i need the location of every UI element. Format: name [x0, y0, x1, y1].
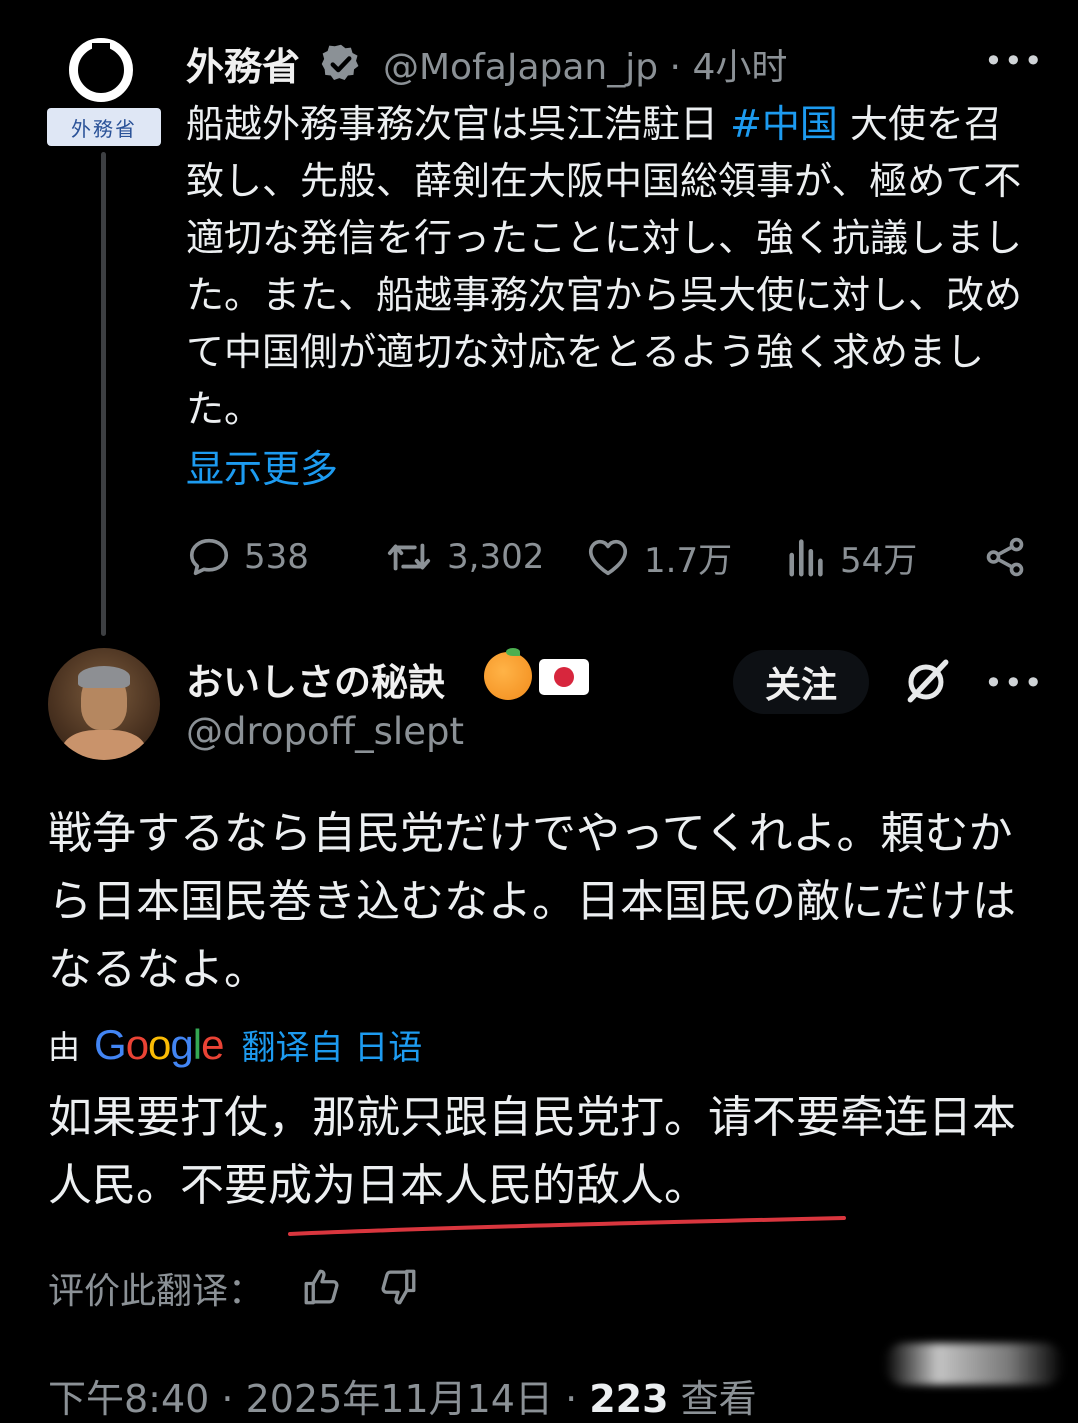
translation-attribution: 由 Google 翻译自 日语	[48, 1020, 422, 1069]
like-count: 1.7万	[644, 540, 733, 581]
reply-author-name[interactable]: おいしさの秘訣	[186, 652, 445, 706]
google-logo: Google	[94, 1020, 224, 1068]
mofa-emblem-icon	[69, 38, 133, 102]
share-action[interactable]	[982, 532, 1040, 582]
thumbs-up-icon[interactable]	[300, 1266, 344, 1308]
views-icon	[789, 539, 823, 577]
parent-text-before: 船越外務事務次官は呉江浩駐日	[186, 102, 731, 146]
parent-text-after: 大使を召致し、先般、薛剣在大阪中国総領事が、極めて不適切な発信を行ったことに対し…	[186, 102, 1023, 431]
footer-views-count: 223	[589, 1377, 669, 1421]
red-underline-annotation	[288, 1216, 846, 1236]
retweet-icon	[387, 543, 431, 571]
share-icon	[986, 537, 1024, 577]
blurred-watermark	[884, 1343, 1064, 1385]
thread-line	[101, 152, 106, 636]
grok-icon[interactable]	[902, 655, 952, 707]
japan-flag-icon	[539, 659, 589, 695]
parent-more-button[interactable]: •••	[984, 42, 1044, 80]
reply-count: 538	[244, 537, 309, 577]
avatar-figure-body	[62, 730, 146, 760]
reply-handle[interactable]: @dropoff_slept	[186, 710, 464, 753]
orange-emoji-icon	[484, 652, 532, 700]
follow-button[interactable]: 关注	[733, 650, 869, 714]
retweet-count: 3,302	[447, 537, 545, 577]
parent-handle[interactable]: @MofaJapan_jp	[383, 47, 658, 88]
like-icon	[588, 539, 628, 576]
avatar-figure-hair	[78, 666, 130, 688]
footer-timestamp[interactable]: 下午8:40 · 2025年11月14日 ·	[48, 1377, 589, 1421]
translation-part2: 不要成为日本人民的敌人。	[180, 1160, 708, 1211]
parent-tweet-text: 船越外務事務次官は呉江浩駐日 #中国 大使を召致し、先般、薛剣在大阪中国総領事が…	[186, 96, 1036, 438]
footer-views-label: 查看	[668, 1377, 757, 1421]
retweet-action[interactable]: 3,302	[383, 532, 544, 582]
translated-from-link[interactable]: 翻译自 日语	[241, 1020, 422, 1069]
reply-original-text: 戦争するなら自民党だけでやってくれよ。頼むから日本国民巻き込むなよ。日本国民の敵…	[48, 808, 1016, 995]
mofa-avatar[interactable]: 外務省	[47, 34, 161, 146]
orange-emoji-leaf	[506, 648, 520, 656]
parent-author-name[interactable]: 外務省	[186, 36, 300, 91]
translation-text: 如果要打仗，那就只跟自民党打。请不要牵连日本人民。不要成为日本人民的敌人。	[48, 1084, 1038, 1220]
separator-dot: ·	[669, 47, 681, 88]
like-action[interactable]: 1.7万	[584, 532, 732, 582]
reply-avatar[interactable]	[48, 648, 160, 760]
translated-by-prefix: 由	[48, 1027, 81, 1066]
parent-handle-line: @MofaJapan_jp · 4小时	[383, 38, 787, 90]
views-action[interactable]: 54万	[786, 532, 917, 582]
views-count: 54万	[840, 540, 918, 581]
reply-more-button[interactable]: •••	[984, 664, 1044, 702]
rate-translation-label: 评价此翻译：	[48, 1271, 265, 1312]
reply-footer-meta: 下午8:40 · 2025年11月14日 · 223 查看	[48, 1368, 757, 1423]
hashtag-link[interactable]: #中国	[730, 102, 838, 146]
reply-icon	[189, 538, 229, 576]
parent-timestamp[interactable]: 4小时	[692, 47, 787, 88]
thumbs-down-icon[interactable]	[376, 1266, 420, 1308]
reply-action[interactable]: 538	[186, 532, 309, 582]
mofa-avatar-plate: 外務省	[47, 108, 161, 146]
show-more-link[interactable]: 显示更多	[186, 438, 338, 493]
verified-badge-icon	[321, 44, 359, 80]
